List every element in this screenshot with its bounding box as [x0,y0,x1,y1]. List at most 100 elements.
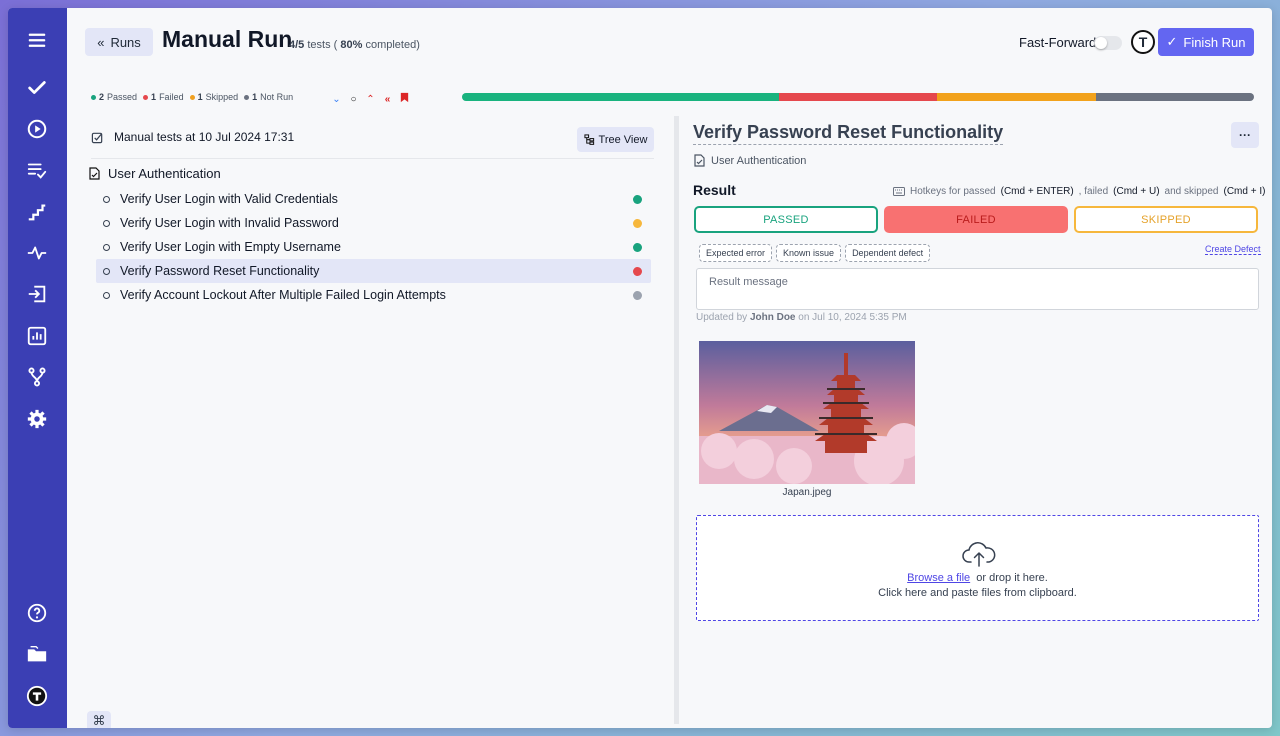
back-to-runs-button[interactable]: « Runs [85,28,153,56]
hotkeys-hint: Hotkeys for passed (Cmd + ENTER) , faile… [893,186,1265,197]
test-case-title[interactable]: Verify Password Reset Functionality [693,122,1004,145]
create-defect-link[interactable]: Create Defect [1205,244,1261,255]
dropzone-instructions: Browse a file or drop it here. [697,572,1258,584]
browse-file-link[interactable]: Browse a file [907,572,970,584]
steps-icon[interactable] [25,200,49,224]
stat-failed[interactable]: 1 Failed [143,92,184,102]
folder-label: User Authentication [108,166,221,181]
priority-normal-icon[interactable]: ○ [348,94,359,105]
tree-view-button[interactable]: Tree View [577,127,654,152]
updated-info: Updated by John Doe on Jul 10, 2024 5:35… [696,312,907,323]
priority-filters: ⌄ ○ ⌃ « [331,92,410,106]
branch-icon[interactable] [25,365,49,389]
status-failed-icon [633,267,642,276]
paste-hint: Click here and paste files from clipboar… [878,587,1077,599]
tag-known-issue[interactable]: Known issue [776,244,842,262]
status-passed-icon [633,243,642,252]
result-message-input[interactable]: Result message [696,268,1259,310]
run-progress: 4/5 tests ( 80% completed) [289,39,420,51]
case-bullet [103,219,110,227]
menu-icon[interactable] [25,28,49,52]
passed-count: 2 [99,92,105,102]
hotkeys-prefix: Hotkeys for passed [910,186,996,197]
panel-resize-handle[interactable] [674,116,679,724]
case-bullet [103,195,110,203]
case-folder-breadcrumb: User Authentication [694,154,806,167]
command-palette-button[interactable]: ⌘ [87,711,111,728]
page-title: Manual Run [162,26,293,52]
hotkey-passed: (Cmd + ENTER) [1000,186,1074,197]
finish-run-label: Finish Run [1183,34,1246,50]
finish-run-button[interactable]: ✓ Finish Run [1158,28,1254,56]
case-folder-label: User Authentication [711,154,807,167]
user-avatar[interactable] [25,684,49,708]
more-options-button[interactable]: ··· [1231,122,1259,148]
skipped-dot [189,94,195,100]
checklist-icon[interactable] [25,158,49,182]
stat-passed[interactable]: 2 Passed [91,92,137,102]
team-avatar[interactable]: T [1131,30,1155,54]
stat-not-run[interactable]: 1 Not Run [244,92,293,102]
test-case-row[interactable]: Verify User Login with Valid Credentials [96,187,651,211]
test-case-row[interactable]: Verify User Login with Empty Username [96,235,651,259]
analytics-icon[interactable] [25,324,49,348]
hotkeys-failed-label: , failed [1078,186,1109,197]
case-title: Verify User Login with Valid Credentials [120,192,338,206]
case-title: Verify Password Reset Functionality [120,264,320,278]
folder-user-authentication[interactable]: User Authentication [89,166,221,181]
attachment-thumbnail[interactable] [699,341,915,484]
case-bullet [103,291,110,299]
passed-dot [91,94,96,100]
help-icon[interactable] [25,601,49,625]
double-chevron-left-icon: « [97,34,105,50]
file-dropzone[interactable]: Browse a file or drop it here. Click her… [696,515,1259,621]
result-heading: Result [693,182,736,198]
mark-failed-button[interactable]: FAILED [884,206,1068,233]
suite-checklist-icon [91,132,103,143]
case-bullet [103,267,110,275]
back-button-label: Runs [110,34,141,50]
priority-critical-icon[interactable]: « [382,94,393,105]
priority-high-icon[interactable]: ⌃ [365,94,376,105]
test-case-row-selected[interactable]: Verify Password Reset Functionality [96,259,651,283]
tree-view-label: Tree View [598,133,648,146]
document-check-icon [694,154,705,167]
suite-title: Manual tests at 10 Jul 2024 17:31 [114,130,295,144]
priority-blocker-icon[interactable] [399,92,410,106]
folders-icon[interactable] [25,642,49,666]
hotkey-skipped: (Cmd + I) [1223,186,1266,197]
team-avatar-letter: T [1138,34,1148,50]
settings-gear-icon[interactable] [25,407,49,431]
test-case-row[interactable]: Verify User Login with Invalid Password [96,211,651,235]
divider [91,158,654,159]
case-bullet [103,243,110,251]
import-icon[interactable] [25,282,49,306]
stat-skipped[interactable]: 1 Skipped [189,92,239,102]
updated-suffix: on Jul 10, 2024 5:35 PM [798,312,907,323]
tag-expected-error[interactable]: Expected error [699,244,773,262]
play-circle-icon[interactable] [25,117,49,141]
mark-skipped-button[interactable]: SKIPPED [1074,206,1258,233]
test-detail-panel: Verify Password Reset Functionality ··· … [683,116,1265,728]
test-tree-panel: Manual tests at 10 Jul 2024 17:31 Tree V… [67,116,667,728]
updated-prefix: Updated by [696,312,748,323]
attachment-filename[interactable]: Japan.jpeg [699,487,915,498]
app-window: « Runs Manual Run 4/5 tests ( 80% comple… [8,8,1272,728]
pulse-icon[interactable] [25,241,49,265]
mark-passed-button[interactable]: PASSED [694,206,878,233]
updated-user: John Doe [749,312,796,323]
sidebar [8,8,67,728]
tag-dependent-defect[interactable]: Dependent defect [845,244,931,262]
fast-forward-toggle[interactable] [1094,36,1122,50]
not-run-label: Not Run [260,92,294,102]
check-icon[interactable] [25,76,49,100]
test-case-row[interactable]: Verify Account Lockout After Multiple Fa… [96,283,651,307]
tree-icon [583,134,594,145]
failed-count: 1 [151,92,157,102]
skipped-label: Skipped [205,92,239,102]
progress-segment-skipped [937,93,1096,101]
not-run-count: 1 [252,92,258,102]
progress-segment-not-run [1095,93,1254,101]
priority-low-icon[interactable]: ⌄ [331,94,342,105]
run-stats: 2 Passed 1 Failed 1 Skipped 1 Not Run [91,92,293,102]
